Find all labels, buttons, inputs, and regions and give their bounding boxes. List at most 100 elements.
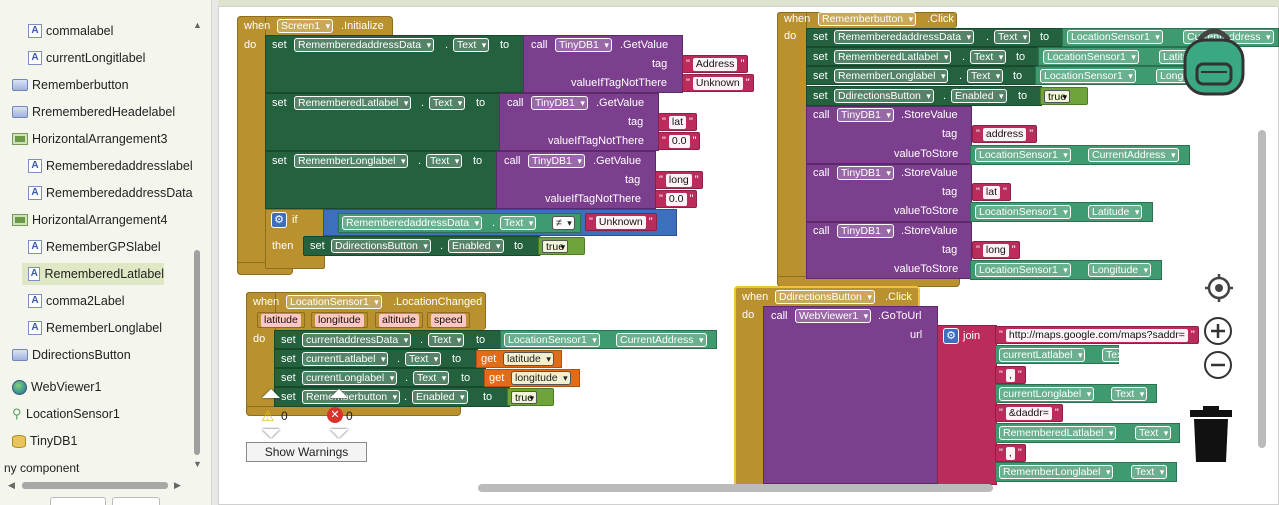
text-value[interactable]: , xyxy=(1005,446,1015,460)
prop-dropdown[interactable]: Text xyxy=(967,69,1004,83)
prop-dropdown[interactable]: Enabled xyxy=(951,89,1007,103)
param-altitude[interactable]: altitude xyxy=(375,312,423,328)
webviewer-dropdown[interactable]: WebViewer1 xyxy=(795,309,872,323)
db-dropdown[interactable]: TinyDB1 xyxy=(837,224,894,238)
text-value[interactable]: Unknown xyxy=(692,76,743,90)
text-value[interactable]: 0.0 xyxy=(665,192,687,206)
target-dropdown[interactable]: DdirectionsButton xyxy=(331,239,431,253)
screen-initialize-block[interactable] xyxy=(237,16,266,275)
text-value[interactable]: 0.0 xyxy=(668,134,690,148)
text-value[interactable]: lat xyxy=(982,185,1000,199)
db-dropdown[interactable]: TinyDB1 xyxy=(528,154,585,168)
component-dropdown[interactable]: currentLatlabel xyxy=(999,348,1086,362)
param-label[interactable]: speed xyxy=(431,314,466,328)
component-rememberlonglabel[interactable]: A RememberLonglabel xyxy=(22,317,162,339)
text-block-address[interactable]: " Address " xyxy=(682,55,749,73)
text-block-comma[interactable]: ", " xyxy=(995,366,1026,384)
remember-click-block[interactable] xyxy=(777,12,807,287)
component-rrememberedheadelabel[interactable]: RrememberedHeadelabel xyxy=(6,101,175,123)
component-currentlongitlabel[interactable]: AcurrentLongitlabel xyxy=(22,47,145,69)
text-block-default[interactable]: " 0.0 " xyxy=(655,190,698,208)
component-ddirectionsbutton[interactable]: DdirectionsButton xyxy=(6,344,131,366)
source-prop-dropdown[interactable]: Longitude xyxy=(1088,263,1152,277)
component-comma2label[interactable]: Acomma2Label xyxy=(22,290,125,312)
text-value[interactable]: address xyxy=(982,127,1027,141)
error-up-arrow[interactable] xyxy=(330,389,348,398)
component-tinydb1[interactable]: TinyDB1 xyxy=(6,430,77,452)
target-dropdown[interactable]: currentLatlabel xyxy=(302,352,389,366)
text-block-lat[interactable]: " lat " xyxy=(658,113,697,131)
text-block-long[interactable]: " long " xyxy=(655,171,703,189)
text-block-comma[interactable]: ", " xyxy=(995,444,1026,462)
boolean-dropdown[interactable]: true xyxy=(542,240,569,254)
prop-dropdown[interactable]: Text xyxy=(994,30,1031,44)
any-component-label[interactable]: ny component xyxy=(4,457,79,479)
source-dropdown[interactable]: LocationSensor1 xyxy=(504,333,600,347)
variable-dropdown[interactable]: longitude xyxy=(511,371,571,385)
delete-button[interactable] xyxy=(112,497,160,505)
prop-dropdown[interactable]: Text xyxy=(500,216,537,230)
text-value[interactable]: long xyxy=(982,243,1009,257)
source-prop-dropdown[interactable]: CurrentAddress xyxy=(616,333,707,347)
source-dropdown[interactable]: LocationSensor1 xyxy=(975,205,1071,219)
scroll-up-arrow[interactable]: ▲ xyxy=(193,20,202,30)
prop-dropdown[interactable]: Text xyxy=(1102,348,1139,362)
gear-icon[interactable]: ⚙ xyxy=(271,212,287,228)
join-block[interactable] xyxy=(937,325,997,485)
component-rememberedlatlabel[interactable]: A RememberedLatlabel xyxy=(22,263,164,285)
screen1-dropdown[interactable]: Screen1 xyxy=(277,19,334,33)
scroll-left-arrow[interactable]: ◀ xyxy=(8,480,15,491)
boolean-dropdown[interactable]: true xyxy=(511,391,538,405)
text-block-default[interactable]: " 0.0 " xyxy=(658,132,701,150)
param-label[interactable]: longitude xyxy=(315,314,364,328)
trash-icon[interactable] xyxy=(1189,406,1233,467)
center-target-icon[interactable] xyxy=(1204,273,1234,306)
prop-dropdown[interactable]: Text xyxy=(405,352,442,366)
text-block-unknown[interactable]: " Unknown " xyxy=(585,213,657,231)
rename-button[interactable] xyxy=(50,497,106,505)
zoom-out-icon[interactable] xyxy=(1203,350,1233,383)
scroll-right-arrow[interactable]: ▶ xyxy=(174,480,181,491)
text-value[interactable]: Unknown xyxy=(595,215,646,229)
component-dropdown[interactable]: RememberedLatlabel xyxy=(999,426,1117,440)
event-component-dropdown[interactable]: LocationSensor1 xyxy=(286,295,382,309)
text-block[interactable]: " lat " xyxy=(972,183,1011,201)
prop-dropdown[interactable]: Text xyxy=(1111,387,1148,401)
component-remembergpslabel[interactable]: A RememberGPSlabel xyxy=(22,236,161,258)
components-horizontal-scrollbar[interactable] xyxy=(22,482,168,489)
source-dropdown[interactable]: LocationSensor1 xyxy=(1043,50,1139,64)
workspace-horizontal-scrollbar[interactable] xyxy=(478,484,993,492)
db-dropdown[interactable]: TinyDB1 xyxy=(531,96,588,110)
target-dropdown[interactable]: DdirectionsButton xyxy=(834,89,934,103)
component-dropdown[interactable]: currentLonglabel xyxy=(999,387,1095,401)
component-commalabel[interactable]: Acommalabel xyxy=(22,20,113,42)
error-down-arrow[interactable] xyxy=(330,429,348,438)
zoom-in-icon[interactable] xyxy=(1203,316,1233,349)
prop-dropdown[interactable]: Text xyxy=(1131,465,1168,479)
show-warnings-button[interactable]: Show Warnings xyxy=(246,442,367,462)
component-dropdown[interactable]: RememberedaddressData xyxy=(342,216,483,230)
gear-icon[interactable]: ⚙ xyxy=(943,328,959,344)
prop-dropdown[interactable]: Text xyxy=(453,38,490,52)
source-dropdown[interactable]: LocationSensor1 xyxy=(1067,30,1163,44)
component-rememberbutton[interactable]: Rememberbutton xyxy=(6,74,129,96)
param-label[interactable]: latitude xyxy=(261,314,301,328)
component-rememberedaddresslabel[interactable]: A Rememberedaddresslabel xyxy=(22,155,193,177)
target-dropdown[interactable]: RememberLonglabel xyxy=(294,154,409,168)
source-dropdown[interactable]: LocationSensor1 xyxy=(1040,69,1136,83)
true-block[interactable]: true xyxy=(1040,87,1088,105)
text-block-url[interactable]: " http://maps.google.com/maps?saddr= " xyxy=(995,326,1199,344)
text-value[interactable]: , xyxy=(1005,368,1015,382)
db-dropdown[interactable]: TinyDB1 xyxy=(555,38,612,52)
backpack-icon[interactable] xyxy=(1179,26,1249,101)
param-latitude[interactable]: latitude xyxy=(257,312,305,328)
text-block-unknown[interactable]: " Unknown " xyxy=(682,74,754,92)
true-block[interactable]: true xyxy=(507,388,554,406)
prop-dropdown[interactable]: Text xyxy=(413,371,450,385)
operator-dropdown[interactable]: ≠ xyxy=(552,216,575,230)
component-locationsensor1[interactable]: ⚲ LocationSensor1 xyxy=(6,403,120,425)
warning-down-arrow[interactable] xyxy=(262,429,280,438)
source-dropdown[interactable]: LocationSensor1 xyxy=(975,263,1071,277)
text-value[interactable]: &daddr= xyxy=(1005,406,1052,420)
text-block-daddr[interactable]: " &daddr= " xyxy=(995,404,1063,422)
